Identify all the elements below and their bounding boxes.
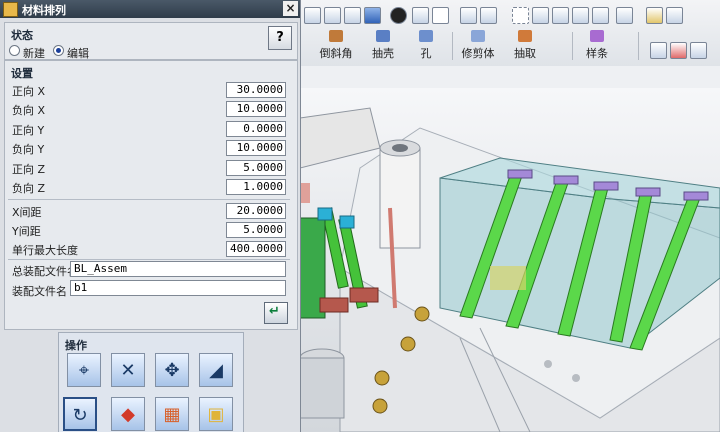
toolbar-separator <box>638 32 639 60</box>
dialog-titlebar[interactable]: 材料排列 × <box>0 0 300 18</box>
assembly-file-field[interactable]: b1 <box>70 280 286 296</box>
y-spacing-label: Y间距 <box>12 225 41 238</box>
analysis-icon[interactable] <box>572 7 589 24</box>
cube-icon[interactable] <box>364 7 381 24</box>
wedge-icon[interactable]: ◢ <box>199 353 233 387</box>
pos-z-label: 正向 Z <box>12 163 46 176</box>
box-red-icon[interactable]: ◆ <box>111 397 145 431</box>
box-white-icon[interactable] <box>432 7 449 24</box>
trim-body-button[interactable]: 修剪体 <box>460 30 496 62</box>
chamfer-button[interactable]: 倒斜角 <box>318 30 354 62</box>
move-arrows-icon[interactable]: ✥ <box>155 353 189 387</box>
max-row-length-field[interactable]: 400.0000 <box>226 241 286 257</box>
spline-button[interactable]: 样条 <box>584 30 610 62</box>
toolbar-separator <box>572 32 573 60</box>
radio-edit[interactable] <box>53 45 64 56</box>
settings-section-title: 设置 <box>11 67 33 80</box>
x-spacing-field[interactable]: 20.0000 <box>226 203 286 219</box>
sketch-toolbar <box>300 66 720 89</box>
cad-toolbar: 倒斜角 抽壳 孔 修剪体 抽取 样条 <box>300 0 720 67</box>
neg-y-label: 负向 Y <box>12 143 45 156</box>
mark-icon[interactable] <box>670 42 687 59</box>
help-button[interactable]: ? <box>268 26 292 50</box>
shell-icon <box>376 30 390 42</box>
hole-button[interactable]: 孔 <box>418 30 434 62</box>
section-icon[interactable] <box>666 7 683 24</box>
pos-z-field[interactable]: 5.0000 <box>226 160 286 176</box>
settings-divider <box>8 199 290 200</box>
apply-button[interactable]: ↵ <box>264 302 288 324</box>
status-section-title: 状态 <box>11 29 33 42</box>
model-drawing <box>300 107 720 432</box>
extract-icon <box>518 30 532 42</box>
box-yellow-icon[interactable]: ▣ <box>199 397 233 431</box>
operations-title: 操作 <box>65 339 87 352</box>
dialog-app-icon <box>3 2 18 17</box>
pos-x-field[interactable]: 30.0000 <box>226 82 286 98</box>
pos-y-field[interactable]: 0.0000 <box>226 121 286 137</box>
x-spacing-label: X间距 <box>12 206 42 219</box>
pos-y-label: 正向 Y <box>12 124 45 137</box>
hole-icon <box>419 30 433 42</box>
close-button[interactable]: × <box>283 1 298 16</box>
radio-edit-label: 编辑 <box>67 47 89 60</box>
align-icon[interactable] <box>650 42 667 59</box>
status-section: 状态 新建 编辑 <box>4 22 298 60</box>
neg-y-field[interactable]: 10.0000 <box>226 140 286 156</box>
total-assembly-label: 总装配文件名 <box>12 265 78 278</box>
edit-icon[interactable] <box>344 7 361 24</box>
tool-icon[interactable] <box>690 42 707 59</box>
snap-icon[interactable] <box>532 7 549 24</box>
dialog-title: 材料排列 <box>22 4 66 17</box>
paint-icon[interactable] <box>324 7 341 24</box>
radio-new[interactable] <box>9 45 20 56</box>
y-spacing-field[interactable]: 5.0000 <box>226 222 286 238</box>
extract-button[interactable]: 抽取 <box>512 30 538 62</box>
rotate-view-icon[interactable] <box>304 7 321 24</box>
neg-z-label: 负向 Z <box>12 182 46 195</box>
point-move-icon[interactable]: ⌖ <box>67 353 101 387</box>
rotate-icon[interactable]: ↻ <box>63 397 97 431</box>
operations-panel: 操作 ⌖ ✕ ✥ ◢ ↻ ◆ ▦ ▣ <box>58 332 244 432</box>
radio-new-label: 新建 <box>23 47 45 60</box>
paint-brush-icon[interactable] <box>592 7 609 24</box>
settings-divider <box>8 259 290 260</box>
select-box-icon[interactable] <box>512 7 529 24</box>
toolbar-row-icons <box>300 2 720 28</box>
delete-cross-icon[interactable]: ✕ <box>111 353 145 387</box>
pos-x-label: 正向 X <box>12 85 46 98</box>
trim-body-icon <box>471 30 485 42</box>
cad-application: 倒斜角 抽壳 孔 修剪体 抽取 样条 材料排列 × 状态 新建 编辑 ? 设置 … <box>0 0 720 432</box>
material-arrange-dialog: 材料排列 × 状态 新建 编辑 ? 设置 正向 X 30.0000 负向 X 1… <box>0 0 301 432</box>
apply-arrow-icon: ↵ <box>269 304 280 319</box>
toolbar-row-features: 倒斜角 抽壳 孔 修剪体 抽取 样条 <box>300 28 720 64</box>
neg-x-label: 负向 X <box>12 104 46 117</box>
box-stack-icon[interactable]: ▦ <box>155 397 189 431</box>
spline-icon <box>590 30 604 42</box>
toolbar-separator <box>452 32 453 60</box>
model-viewport[interactable] <box>300 88 720 432</box>
render-style-icon[interactable] <box>412 7 429 24</box>
measure-icon[interactable] <box>552 7 569 24</box>
shading-icon[interactable] <box>390 7 407 24</box>
total-assembly-field[interactable]: BL_Assem <box>70 261 286 277</box>
chamfer-icon <box>329 30 343 42</box>
ruler-icon[interactable] <box>646 7 663 24</box>
neg-x-field[interactable]: 10.0000 <box>226 101 286 117</box>
filter-icon[interactable] <box>616 7 633 24</box>
layer-icon[interactable] <box>460 7 477 24</box>
shell-button[interactable]: 抽壳 <box>370 30 396 62</box>
view-orient-icon[interactable] <box>480 7 497 24</box>
neg-z-field[interactable]: 1.0000 <box>226 179 286 195</box>
assembly-file-label: 装配文件名 <box>12 285 67 298</box>
max-row-length-label: 单行最大长度 <box>12 244 78 257</box>
